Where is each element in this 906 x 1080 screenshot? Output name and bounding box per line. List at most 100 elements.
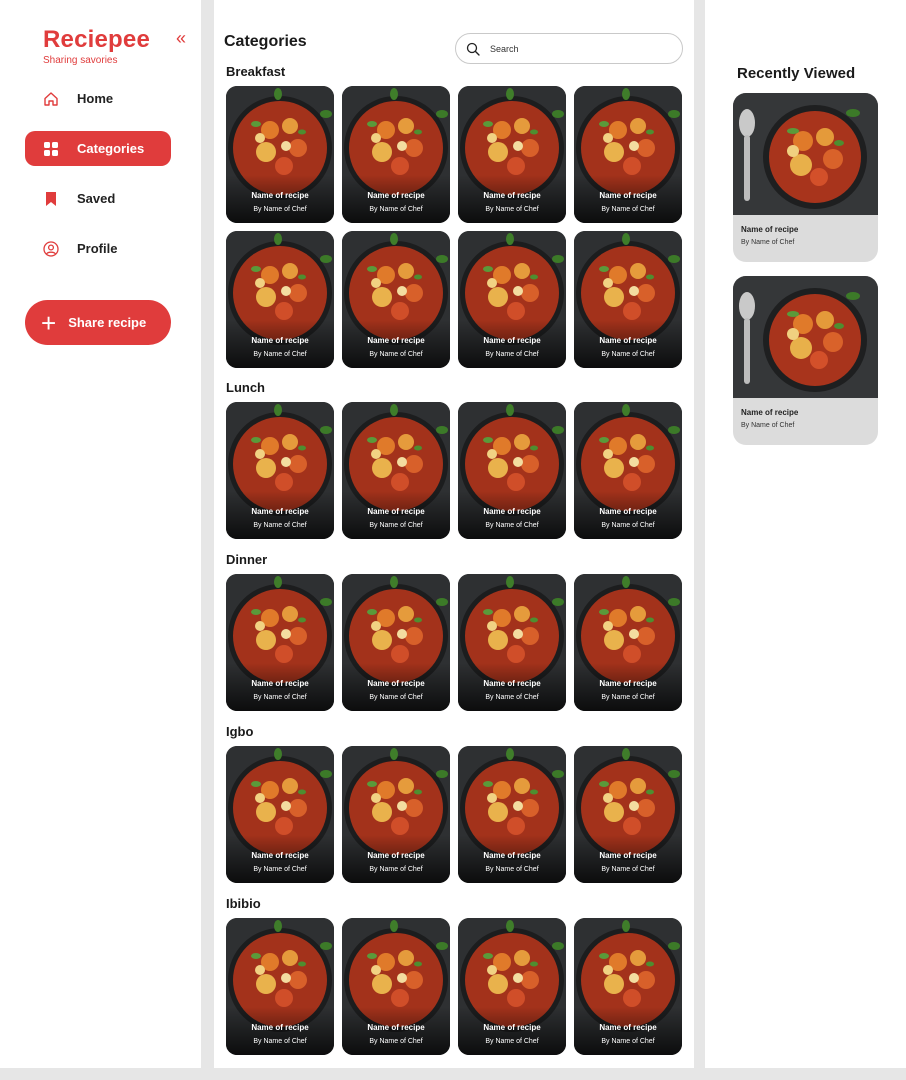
recipe-card[interactable]: Name of recipe By Name of Chef: [574, 402, 682, 539]
recipe-grid: Name of recipe By Name of Chef Name of rec…: [226, 86, 682, 368]
recently-viewed-title: Recently Viewed: [737, 65, 856, 82]
recipe-name: Name of recipe: [251, 1023, 309, 1032]
sidebar-item-profile[interactable]: Profile: [25, 231, 171, 266]
recipe-card[interactable]: Name of recipe By Name of Chef: [574, 86, 682, 223]
share-recipe-button[interactable]: + Share recipe: [25, 300, 171, 345]
home-icon: [43, 91, 59, 107]
recipe-name: Name of recipe: [367, 679, 425, 688]
recipe-name: Name of recipe: [367, 336, 425, 345]
recipe-card[interactable]: Name of recipe By Name of Chef: [574, 231, 682, 368]
recipe-name: Name of recipe: [367, 191, 425, 200]
recipe-chef: By Name of Chef: [485, 866, 539, 873]
recipe-chef: By Name of Chef: [601, 522, 655, 529]
recently-viewed-card[interactable]: Name of recipe By Name of Chef: [733, 93, 878, 262]
recipe-chef: By Name of Chef: [369, 206, 423, 213]
recipe-chef: By Name of Chef: [253, 351, 307, 358]
recipe-card[interactable]: Name of recipe By Name of Chef: [458, 402, 566, 539]
section-title: Lunch: [226, 380, 265, 395]
recipe-name: Name of recipe: [251, 336, 309, 345]
recipe-chef: By Name of Chef: [253, 1038, 307, 1045]
recently-viewed-card[interactable]: Name of recipe By Name of Chef: [733, 276, 878, 445]
section-title: Breakfast: [226, 64, 286, 79]
page-title: Categories: [224, 33, 307, 50]
recipe-chef: By Name of Chef: [741, 422, 795, 429]
recipe-card[interactable]: Name of recipe By Name of Chef: [226, 746, 334, 883]
recipe-card[interactable]: Name of recipe By Name of Chef: [342, 746, 450, 883]
search-input[interactable]: [490, 43, 670, 54]
recipe-chef: By Name of Chef: [253, 866, 307, 873]
recipe-name: Name of recipe: [741, 225, 799, 234]
recipe-chef: By Name of Chef: [253, 522, 307, 529]
recipe-card[interactable]: Name of recipe By Name of Chef: [458, 86, 566, 223]
recipe-chef: By Name of Chef: [601, 206, 655, 213]
sidebar-item-categories[interactable]: Categories: [25, 131, 171, 166]
recipe-chef: By Name of Chef: [601, 694, 655, 701]
recipe-name: Name of recipe: [483, 679, 541, 688]
plus-icon: +: [41, 307, 57, 338]
recipe-card[interactable]: Name of recipe By Name of Chef: [342, 231, 450, 368]
section-title: Dinner: [226, 552, 268, 567]
recipe-image: [733, 276, 878, 398]
recipe-card[interactable]: Name of recipe By Name of Chef: [574, 918, 682, 1055]
recipe-card[interactable]: Name of recipe By Name of Chef: [458, 746, 566, 883]
section-igbo: Igbo Name of recipe By Name of Chef Name o…: [226, 724, 682, 883]
recipe-grid: Name of recipe By Name of Chef Name of rec…: [226, 402, 682, 539]
sidebar-item-label: Profile: [77, 241, 118, 256]
recipe-name: Name of recipe: [251, 679, 309, 688]
search-bar[interactable]: [455, 33, 683, 64]
recently-viewed-panel: Recently Viewed Name of recipe By Name o…: [705, 0, 906, 1068]
recipe-card[interactable]: Name of recipe By Name of Chef: [458, 918, 566, 1055]
recipe-chef: By Name of Chef: [253, 206, 307, 213]
recipe-card[interactable]: Name of recipe By Name of Chef: [342, 574, 450, 711]
section-title: Igbo: [226, 724, 254, 739]
recipe-card[interactable]: Name of recipe By Name of Chef: [342, 402, 450, 539]
recipe-name: Name of recipe: [367, 1023, 425, 1032]
recipe-name: Name of recipe: [483, 1023, 541, 1032]
recipe-name: Name of recipe: [741, 408, 799, 417]
recipe-card[interactable]: Name of recipe By Name of Chef: [226, 231, 334, 368]
recipe-name: Name of recipe: [483, 851, 541, 860]
recipe-name: Name of recipe: [599, 1023, 657, 1032]
recipe-chef: By Name of Chef: [369, 694, 423, 701]
recipe-name: Name of recipe: [483, 191, 541, 200]
recipe-image: [733, 93, 878, 215]
section-title: Ibibio: [226, 896, 261, 911]
brand: Reciepee Sharing savories: [43, 26, 150, 66]
recipe-card[interactable]: Name of recipe By Name of Chef: [342, 86, 450, 223]
search-icon: [466, 42, 480, 56]
recipe-chef: By Name of Chef: [601, 1038, 655, 1045]
recipe-card[interactable]: Name of recipe By Name of Chef: [458, 574, 566, 711]
recipe-chef: By Name of Chef: [741, 239, 795, 246]
recipe-card[interactable]: Name of recipe By Name of Chef: [342, 918, 450, 1055]
sidebar-item-label: Home: [77, 91, 114, 106]
recipe-card[interactable]: Name of recipe By Name of Chef: [226, 402, 334, 539]
recipe-chef: By Name of Chef: [369, 1038, 423, 1045]
bookmark-icon: [43, 191, 59, 207]
brand-tagline: Sharing savories: [43, 55, 118, 66]
recipe-chef: By Name of Chef: [485, 1038, 539, 1045]
recipe-chef: By Name of Chef: [369, 522, 423, 529]
sidebar-item-saved[interactable]: Saved: [25, 181, 171, 216]
brand-name: Reciepee: [43, 26, 150, 53]
recipe-name: Name of recipe: [251, 191, 309, 200]
recipe-card[interactable]: Name of recipe By Name of Chef: [226, 86, 334, 223]
sidebar-item-label: Categories: [77, 141, 145, 156]
recipe-card[interactable]: Name of recipe By Name of Chef: [226, 574, 334, 711]
section-ibibio: Ibibio Name of recipe By Name of Chef Name…: [226, 896, 682, 1055]
section-breakfast: Breakfast Name of recipe By Name of Chef N…: [226, 64, 682, 368]
profile-icon: [43, 240, 59, 257]
recipe-card[interactable]: Name of recipe By Name of Chef: [574, 574, 682, 711]
recipe-name: Name of recipe: [599, 679, 657, 688]
recipe-name: Name of recipe: [483, 336, 541, 345]
recipe-card[interactable]: Name of recipe By Name of Chef: [226, 918, 334, 1055]
recipe-chef: By Name of Chef: [253, 694, 307, 701]
recipe-card[interactable]: Name of recipe By Name of Chef: [574, 746, 682, 883]
recipe-name: Name of recipe: [599, 336, 657, 345]
recipe-grid: Name of recipe By Name of Chef Name of rec…: [226, 918, 682, 1055]
recipe-chef: By Name of Chef: [601, 351, 655, 358]
collapse-sidebar-icon[interactable]: «: [172, 28, 190, 48]
sidebar-item-home[interactable]: Home: [25, 81, 171, 116]
recipe-name: Name of recipe: [251, 851, 309, 860]
recipe-chef: By Name of Chef: [601, 866, 655, 873]
recipe-card[interactable]: Name of recipe By Name of Chef: [458, 231, 566, 368]
